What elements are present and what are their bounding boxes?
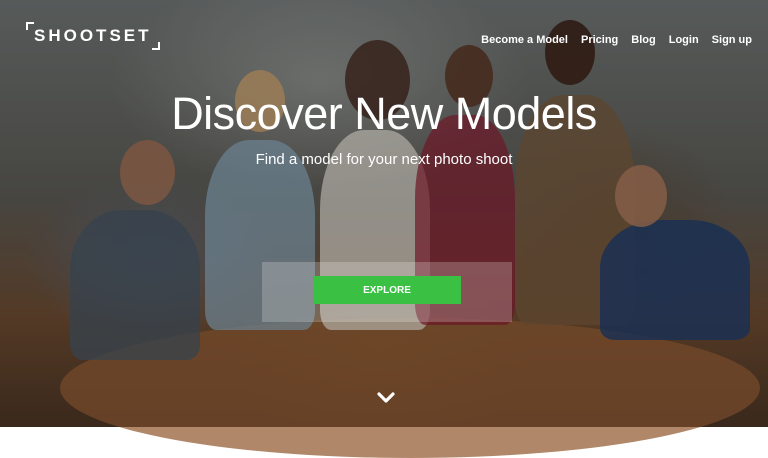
- nav-login[interactable]: Login: [669, 34, 699, 46]
- top-nav: Become a Model Pricing Blog Login Sign u…: [481, 34, 752, 46]
- shootset-logo[interactable]: SHOOTSET: [26, 22, 160, 50]
- chevron-down-icon[interactable]: [376, 390, 396, 406]
- nav-sign-up[interactable]: Sign up: [712, 34, 752, 46]
- nav-become-a-model[interactable]: Become a Model: [481, 34, 568, 46]
- explore-button[interactable]: EXPLORE: [313, 276, 461, 304]
- hero-title: Discover New Models: [171, 88, 597, 139]
- nav-pricing[interactable]: Pricing: [581, 34, 618, 46]
- hero-overlay: [0, 0, 768, 427]
- hero-subtitle: Find a model for your next photo shoot: [255, 151, 513, 168]
- nav-blog[interactable]: Blog: [631, 34, 655, 46]
